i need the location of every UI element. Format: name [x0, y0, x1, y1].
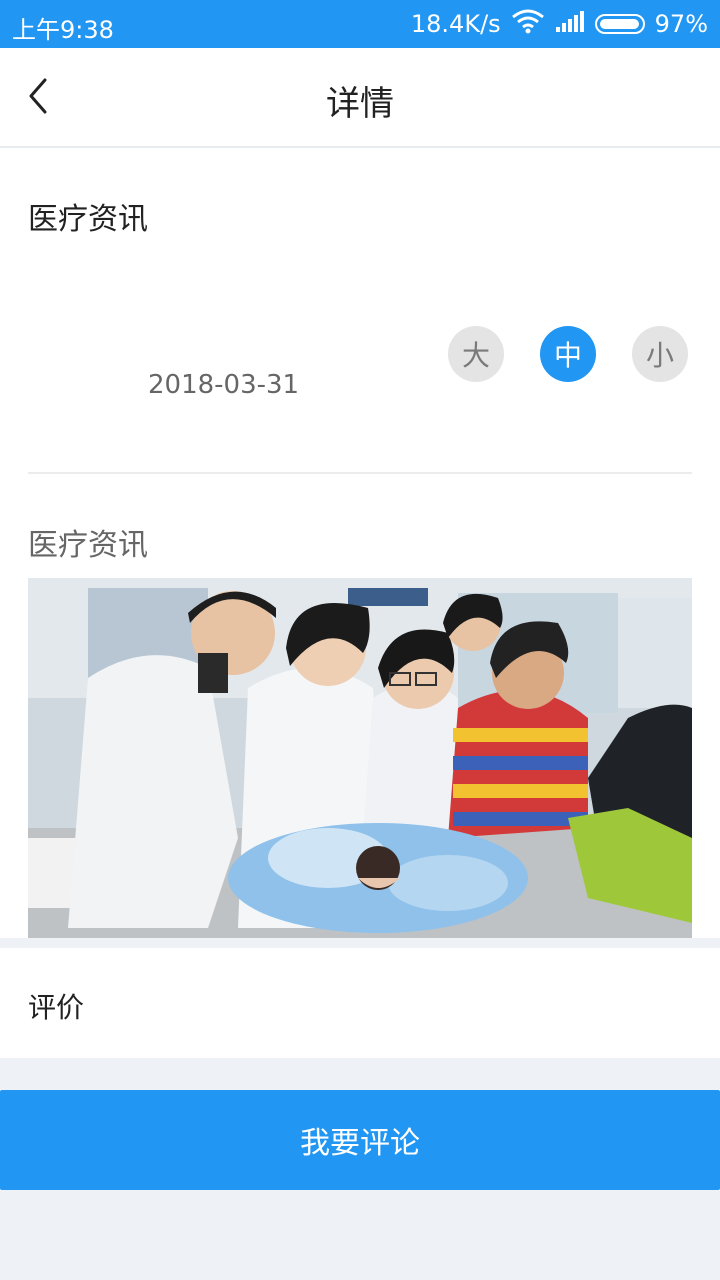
article-title: 医疗资讯 [28, 202, 148, 237]
signal-icon [555, 9, 585, 39]
hospital-scene-image [28, 578, 692, 938]
header: 详情 [0, 48, 720, 148]
article-image [28, 578, 692, 938]
divider [28, 472, 692, 474]
battery-icon [594, 14, 645, 34]
font-size-small-button[interactable]: 小 [632, 326, 688, 382]
status-bar: 上午9:38 18.4K/s 97% [0, 0, 720, 48]
status-right: 18.4K/s 97% [411, 8, 708, 40]
battery-level: 97% [654, 10, 708, 38]
article-subtitle: 医疗资讯 [28, 528, 148, 563]
font-size-medium-button[interactable]: 中 [540, 326, 596, 382]
article-date: 2018-03-31 [148, 370, 300, 400]
page-title: 详情 [326, 84, 394, 124]
review-section: 评价 [0, 948, 720, 1058]
review-label: 评价 [28, 991, 85, 1024]
font-size-large-button[interactable]: 大 [448, 326, 504, 382]
wifi-icon [511, 8, 545, 40]
article-content: 医疗资讯 大 中 小 2018-03-31 医疗资讯 [0, 148, 720, 938]
status-time: 上午9:38 [12, 16, 114, 44]
network-speed: 18.4K/s [410, 10, 501, 38]
comment-button[interactable]: 我要评论 [0, 1090, 720, 1190]
